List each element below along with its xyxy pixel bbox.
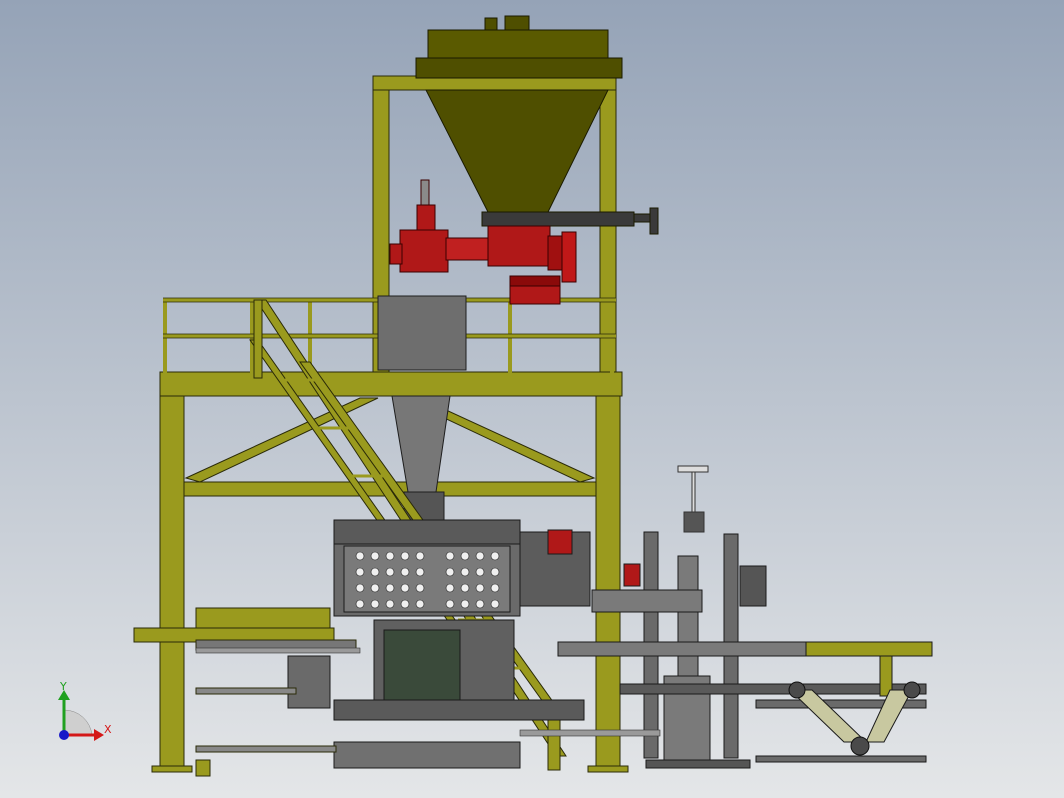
hopper-bin	[415, 15, 659, 235]
t-handle	[677, 465, 709, 533]
z-axis-dot	[59, 730, 69, 740]
y-axis-label: Y	[59, 680, 67, 693]
x-axis-label: X	[104, 723, 112, 736]
triad-quadrant	[63, 709, 93, 736]
axis-triad: Y X	[58, 680, 112, 741]
cad-viewport[interactable]: Y X	[0, 0, 1064, 798]
x-axis-arrowhead	[94, 729, 104, 741]
